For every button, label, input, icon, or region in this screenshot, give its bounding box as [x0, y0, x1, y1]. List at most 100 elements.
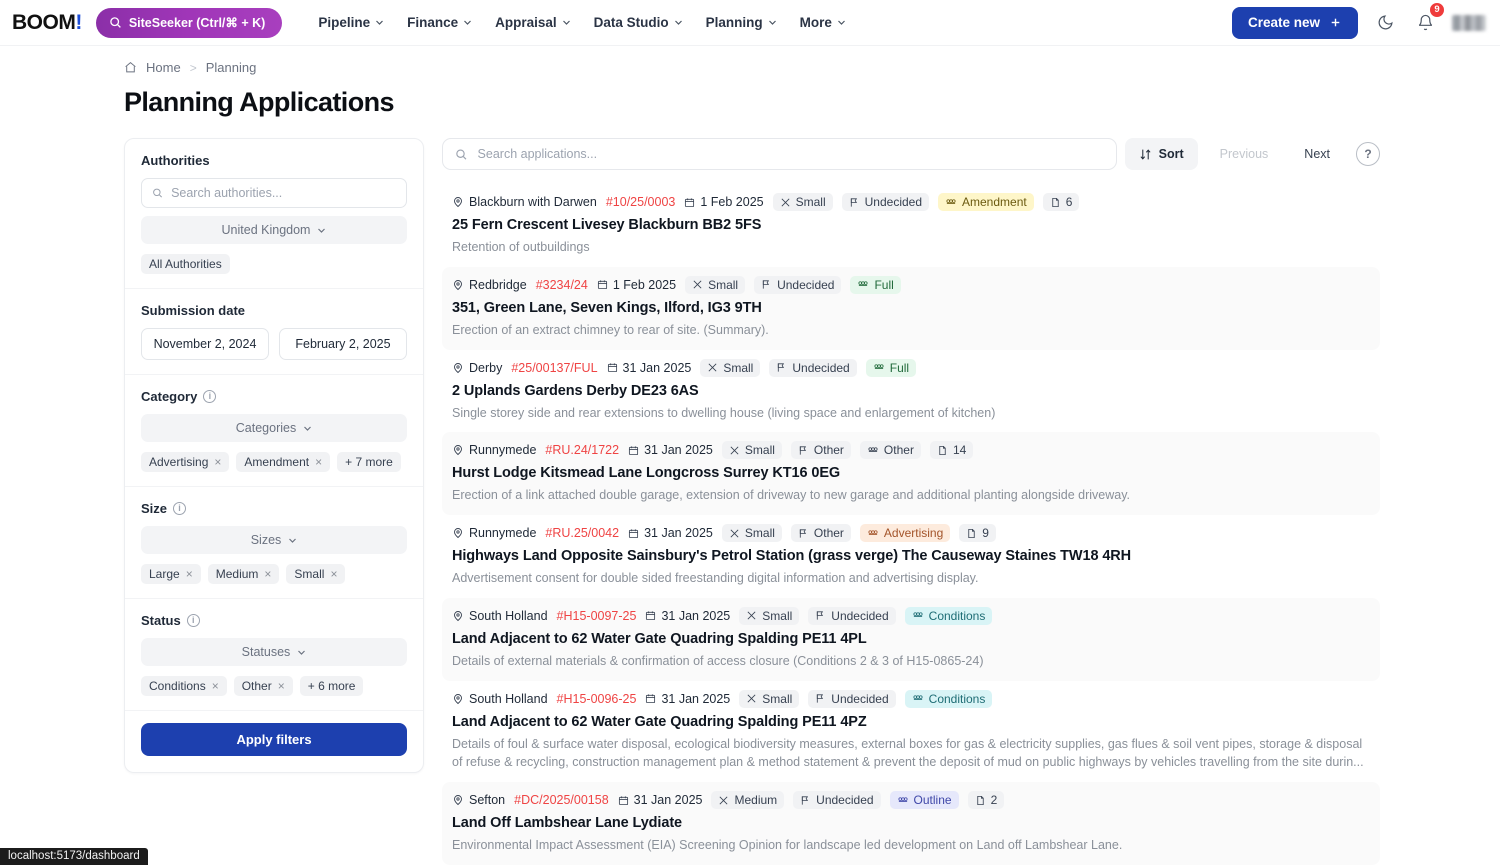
- create-new-label: Create new: [1247, 15, 1320, 30]
- breadcrumb-item-planning[interactable]: Planning: [206, 60, 257, 75]
- notifications-button[interactable]: 9: [1412, 1, 1445, 36]
- card-address[interactable]: Land Adjacent to 62 Water Gate Quadring …: [452, 631, 1368, 647]
- brand-logo[interactable]: BOOM!: [12, 11, 82, 35]
- help-button[interactable]: ?: [1356, 142, 1380, 166]
- nav-item-planning[interactable]: Planning: [696, 9, 787, 36]
- chip-remove-icon[interactable]: ×: [214, 456, 221, 468]
- application-card[interactable]: Sefton #DC/2025/00158 31 Jan 2025 Medium Und…: [442, 782, 1380, 865]
- info-icon[interactable]: i: [186, 614, 200, 627]
- create-new-button[interactable]: Create new: [1231, 6, 1358, 39]
- card-date: 31 Jan 2025: [607, 360, 692, 375]
- chip-status-more[interactable]: + 6 more: [299, 676, 364, 696]
- card-address[interactable]: 25 Fern Crescent Livesey Blackburn BB2 5…: [452, 217, 1368, 233]
- application-card[interactable]: Redbridge #3234/24 1 Feb 2025 Small Undecide…: [442, 266, 1380, 350]
- card-authority-label: Runnymede: [469, 443, 537, 458]
- card-reference[interactable]: #25/00137/FUL: [511, 361, 597, 375]
- size-icon: [693, 280, 702, 289]
- chip-category-more[interactable]: + 7 more: [337, 452, 401, 472]
- statuses-select-value: Statuses: [241, 645, 291, 659]
- nav-item-data-studio[interactable]: Data Studio: [584, 9, 693, 36]
- nav-item-pipeline[interactable]: Pipeline: [308, 9, 394, 36]
- card-address[interactable]: Land Adjacent to 62 Water Gate Quadring …: [452, 714, 1368, 730]
- sort-button[interactable]: Sort: [1124, 138, 1198, 170]
- date-from-input[interactable]: November 2, 2024: [141, 328, 269, 360]
- info-icon[interactable]: i: [173, 502, 187, 515]
- siteseeker-button[interactable]: SiteSeeker (Ctrl/⌘ + K): [95, 7, 283, 38]
- card-address[interactable]: Land Off Lambshear Lane Lydiate: [452, 815, 1368, 831]
- map-pin-icon: [454, 528, 462, 539]
- top-navigation-bar: BOOM! SiteSeeker (Ctrl/⌘ + K) Pipeline F…: [0, 0, 1500, 46]
- chip-remove-icon[interactable]: ×: [278, 680, 285, 692]
- dark-mode-toggle[interactable]: [1372, 10, 1398, 36]
- country-select[interactable]: United Kingdom: [141, 216, 407, 244]
- chip-size-small[interactable]: Small ×: [286, 564, 346, 584]
- chip-remove-icon[interactable]: ×: [212, 680, 219, 692]
- chip-category-advertising[interactable]: Advertising ×: [141, 452, 230, 472]
- next-page-button[interactable]: Next: [1290, 138, 1344, 170]
- chip-size-medium[interactable]: Medium ×: [207, 564, 280, 584]
- card-category-badge: Full: [865, 358, 917, 377]
- date-to-input[interactable]: February 2, 2025: [279, 328, 407, 360]
- chip-all-authorities[interactable]: All Authorities: [141, 254, 230, 274]
- card-address[interactable]: Hurst Lodge Kitsmead Lane Longcross Surr…: [452, 465, 1368, 481]
- card-reference[interactable]: #DC/2025/00158: [514, 793, 609, 807]
- card-size-label: Small: [723, 360, 754, 375]
- application-card[interactable]: Runnymede #RU.24/1722 31 Jan 2025 Small Othe…: [442, 432, 1380, 515]
- card-address[interactable]: 2 Uplands Gardens Derby DE23 6AS: [452, 383, 1368, 399]
- filter-label-size-text: Size: [141, 501, 168, 516]
- card-date-label: 31 Jan 2025: [622, 360, 692, 375]
- categories-select[interactable]: Categories: [141, 414, 407, 442]
- application-card[interactable]: South Holland #H15-0097-25 31 Jan 2025 Smal…: [442, 597, 1380, 681]
- nav-item-finance[interactable]: Finance: [397, 9, 482, 36]
- apply-filters-button[interactable]: Apply filters: [141, 723, 407, 756]
- previous-page-button: Previous: [1206, 138, 1283, 170]
- breadcrumb-item-home[interactable]: Home: [146, 60, 181, 75]
- applications-search-input[interactable]: [477, 147, 1104, 161]
- card-category-badge: Amendment: [938, 193, 1034, 211]
- statuses-select[interactable]: Statuses: [141, 638, 407, 666]
- calendar-icon: [629, 446, 639, 455]
- chip-remove-icon[interactable]: ×: [186, 568, 193, 580]
- card-reference[interactable]: #3234/24: [536, 278, 588, 292]
- card-documents-badge: 9: [959, 524, 996, 542]
- nav-item-more[interactable]: More: [790, 9, 856, 36]
- apply-filters-wrapper: Apply filters: [125, 711, 423, 772]
- chip-status-conditions[interactable]: Conditions ×: [141, 676, 227, 696]
- user-avatar[interactable]: [1452, 14, 1486, 31]
- chip-size-large[interactable]: Large ×: [141, 564, 201, 584]
- application-card[interactable]: Blackburn with Darwen #10/25/0003 1 Feb 20…: [442, 184, 1380, 267]
- info-icon[interactable]: i: [203, 390, 217, 403]
- card-reference[interactable]: #H15-0097-25: [557, 609, 637, 623]
- chip-status-other[interactable]: Other ×: [233, 676, 293, 696]
- card-date-label: 1 Feb 2025: [612, 277, 677, 292]
- card-status-badge: Other: [790, 441, 851, 460]
- application-card[interactable]: South Holland #H15-0096-25 31 Jan 2025 Smal…: [442, 681, 1380, 783]
- card-meta-row: Sefton #DC/2025/00158 31 Jan 2025 Medium Und…: [452, 791, 1368, 809]
- chip-category-amendment[interactable]: Amendment ×: [236, 452, 331, 472]
- card-status-label: Undecided: [831, 608, 889, 623]
- card-address[interactable]: 351, Green Lane, Seven Kings, Ilford, IG…: [452, 300, 1368, 316]
- chip-label: Advertising: [149, 455, 209, 469]
- card-reference[interactable]: #10/25/0003: [606, 195, 676, 209]
- home-icon[interactable]: [124, 61, 137, 74]
- card-meta-row: Blackburn with Darwen #10/25/0003 1 Feb 20…: [452, 193, 1368, 211]
- nav-item-appraisal[interactable]: Appraisal: [485, 9, 581, 36]
- card-reference[interactable]: #RU.25/0042: [545, 526, 619, 540]
- nav-right-cluster: Create new 9: [1231, 1, 1486, 39]
- chip-label: Large: [149, 567, 180, 581]
- card-status-label: Undecided: [792, 360, 850, 375]
- application-card[interactable]: Runnymede #RU.25/0042 31 Jan 2025 Small Othe…: [442, 515, 1380, 598]
- chip-remove-icon[interactable]: ×: [315, 456, 322, 468]
- card-reference[interactable]: #H15-0096-25: [557, 692, 637, 706]
- card-address[interactable]: Highways Land Opposite Sainsbury's Petro…: [452, 548, 1368, 564]
- card-meta-row: Redbridge #3234/24 1 Feb 2025 Small Undecide…: [452, 275, 1368, 294]
- filter-label-category: Category i: [141, 389, 407, 404]
- chevron-down-icon: [376, 20, 384, 25]
- authorities-search-input[interactable]: [171, 186, 396, 200]
- chip-remove-icon[interactable]: ×: [330, 568, 337, 580]
- card-reference[interactable]: #RU.24/1722: [545, 443, 619, 457]
- chip-remove-icon[interactable]: ×: [264, 568, 271, 580]
- application-card[interactable]: Derby #25/00137/FUL 31 Jan 2025 Small Undeci…: [442, 350, 1380, 433]
- chevron-down-icon: [674, 20, 682, 25]
- sizes-select[interactable]: Sizes: [141, 526, 407, 554]
